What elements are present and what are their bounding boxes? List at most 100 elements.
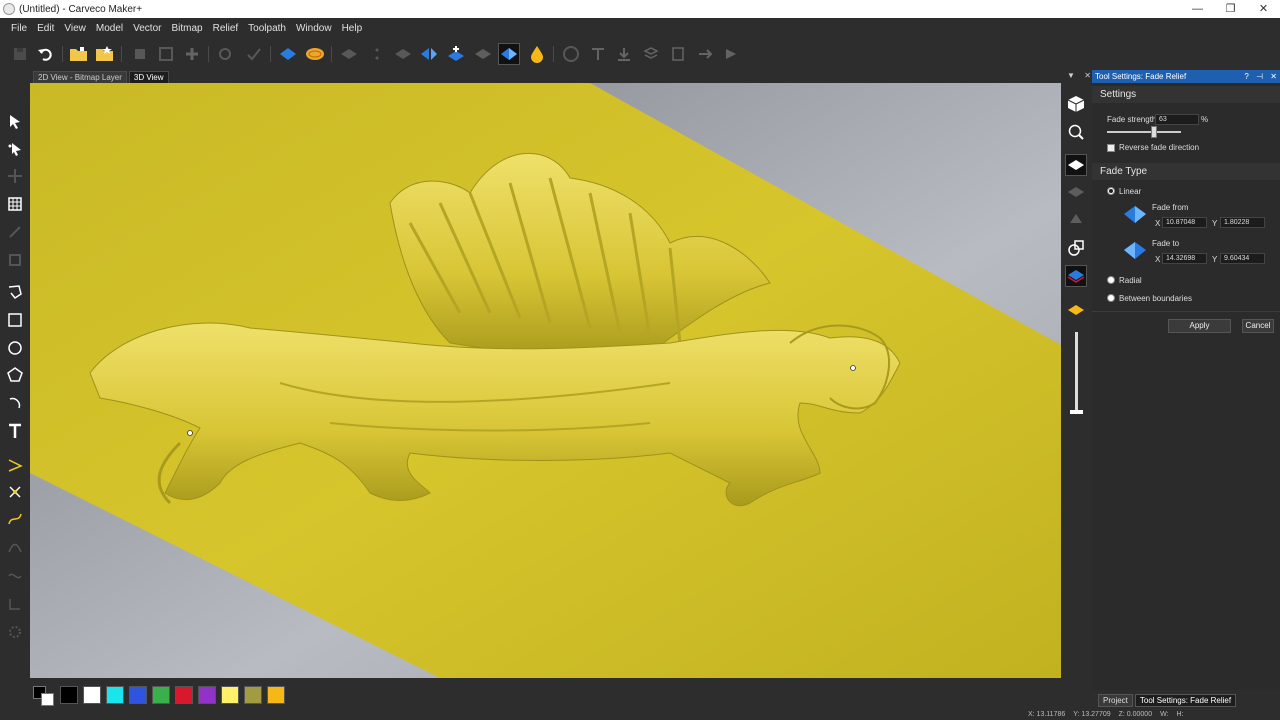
menu-window[interactable]: Window — [291, 23, 337, 34]
polyline-icon[interactable] — [4, 281, 26, 303]
toolpath-preview-icon[interactable] — [1065, 208, 1087, 230]
menu-vector[interactable]: Vector — [128, 23, 166, 34]
link-icon[interactable] — [214, 43, 236, 65]
toolpath-icon[interactable] — [694, 43, 716, 65]
fade-to-y-input[interactable]: 9.60434 — [1220, 253, 1265, 264]
reverse-fade-checkbox[interactable] — [1107, 144, 1115, 152]
menu-file[interactable]: File — [6, 23, 32, 34]
open-project-icon[interactable] — [94, 43, 116, 65]
circle-icon[interactable] — [4, 337, 26, 359]
relief-diamond-icon[interactable] — [277, 43, 299, 65]
menu-edit[interactable]: Edit — [32, 23, 59, 34]
text-icon[interactable] — [4, 420, 26, 442]
between-boundaries-radio[interactable] — [1107, 294, 1115, 302]
drop-icon[interactable] — [526, 43, 548, 65]
node-edit-icon[interactable] — [4, 138, 26, 160]
swatch-red[interactable] — [175, 686, 193, 704]
relief-subtract-icon[interactable] — [472, 43, 494, 65]
fade-to-x-input[interactable]: 14.32698 — [1162, 253, 1207, 264]
text-tool-icon[interactable] — [587, 43, 609, 65]
open-folder-icon[interactable] — [68, 43, 90, 65]
move-icon[interactable] — [4, 165, 26, 187]
texture-icon[interactable] — [304, 43, 326, 65]
simulate-icon[interactable] — [720, 43, 742, 65]
fade-strength-slider-thumb[interactable] — [1150, 126, 1157, 138]
apply-button[interactable]: Apply — [1168, 319, 1231, 333]
node-tool-icon[interactable] — [4, 481, 26, 503]
swatch-gold[interactable] — [267, 686, 285, 704]
menu-view[interactable]: View — [59, 23, 91, 34]
menu-help[interactable]: Help — [337, 23, 368, 34]
cancel-button[interactable]: Cancel — [1242, 319, 1274, 333]
trim-icon[interactable] — [4, 221, 26, 243]
gold-relief-icon[interactable] — [1065, 299, 1087, 321]
merge-icon[interactable] — [155, 43, 177, 65]
tab-tool-settings[interactable]: Tool Settings: Fade Relief — [1134, 694, 1237, 707]
depth-slider-track[interactable] — [1075, 332, 1078, 414]
help-icon[interactable]: ? — [1244, 72, 1248, 81]
pin-icon[interactable]: ⊣ — [1256, 72, 1263, 81]
menu-toolpath[interactable]: Toolpath — [243, 23, 291, 34]
download-icon[interactable] — [613, 43, 635, 65]
menu-bitmap[interactable]: Bitmap — [166, 23, 207, 34]
select-arrow-icon[interactable] — [4, 110, 26, 132]
curve-b-icon[interactable] — [4, 565, 26, 587]
viewport-dropdown-icon[interactable]: ▼ — [1067, 71, 1075, 83]
fade-strength-slider-track[interactable] — [1107, 131, 1181, 133]
undo-icon[interactable] — [35, 43, 57, 65]
bezier-icon[interactable] — [4, 454, 26, 476]
show-relief-icon[interactable] — [1065, 154, 1087, 176]
zoom-icon[interactable] — [1065, 121, 1087, 143]
swatch-black[interactable] — [60, 686, 78, 704]
radial-radio[interactable] — [1107, 276, 1115, 284]
viewport-close-icon[interactable]: ✕ — [1084, 71, 1091, 83]
arc-icon[interactable] — [4, 392, 26, 414]
gear-icon[interactable] — [4, 621, 26, 643]
depth-slider-thumb[interactable] — [1070, 410, 1083, 414]
iso-view-icon[interactable] — [1065, 93, 1087, 115]
swatch-light-yellow[interactable] — [221, 686, 239, 704]
relief-add-icon[interactable] — [445, 43, 467, 65]
offset-icon[interactable] — [4, 249, 26, 271]
grid-icon[interactable] — [667, 43, 689, 65]
swatch-olive[interactable] — [244, 686, 262, 704]
shapes-icon[interactable] — [1065, 237, 1087, 259]
swatch-white[interactable] — [83, 686, 101, 704]
plus-icon[interactable] — [181, 43, 203, 65]
sculpt-icon[interactable] — [560, 43, 582, 65]
close-window-button[interactable]: ✕ — [1247, 0, 1280, 18]
color-relief-icon[interactable] — [1065, 265, 1087, 287]
restore-button[interactable]: ❐ — [1214, 0, 1247, 18]
fade-relief-icon[interactable] — [498, 43, 520, 65]
dots-icon[interactable] — [366, 43, 388, 65]
check-icon[interactable] — [243, 43, 265, 65]
relief-flat-icon[interactable] — [338, 43, 360, 65]
swatch-cyan[interactable] — [106, 686, 124, 704]
3d-viewport[interactable] — [30, 83, 1061, 678]
primary-secondary-color[interactable] — [30, 684, 60, 706]
import-icon[interactable] — [129, 43, 151, 65]
curve-a-icon[interactable] — [4, 537, 26, 559]
polygon-icon[interactable] — [4, 364, 26, 386]
tab-project[interactable]: Project — [1098, 694, 1133, 707]
fade-from-x-input[interactable]: 10.87048 — [1162, 217, 1207, 228]
linear-radio[interactable] — [1107, 187, 1115, 195]
fade-from-y-input[interactable]: 1.80228 — [1220, 217, 1265, 228]
rectangle-icon[interactable] — [4, 309, 26, 331]
fade-strength-input[interactable]: 63 — [1155, 114, 1199, 125]
menu-relief[interactable]: Relief — [208, 23, 244, 34]
curve-c-icon[interactable] — [4, 593, 26, 615]
relief-stack-icon[interactable] — [392, 43, 414, 65]
layers-icon[interactable] — [640, 43, 662, 65]
spline-icon[interactable] — [4, 508, 26, 530]
save-icon[interactable] — [9, 43, 31, 65]
relief-split-icon[interactable] — [418, 43, 440, 65]
swatch-blue[interactable] — [129, 686, 147, 704]
relief-layer-icon[interactable] — [1065, 181, 1087, 203]
transform-icon[interactable] — [4, 193, 26, 215]
swatch-purple[interactable] — [198, 686, 216, 704]
swatch-green[interactable] — [152, 686, 170, 704]
minimize-button[interactable]: — — [1181, 0, 1214, 18]
panel-close-icon[interactable]: ✕ — [1270, 72, 1277, 81]
menu-model[interactable]: Model — [91, 23, 128, 34]
